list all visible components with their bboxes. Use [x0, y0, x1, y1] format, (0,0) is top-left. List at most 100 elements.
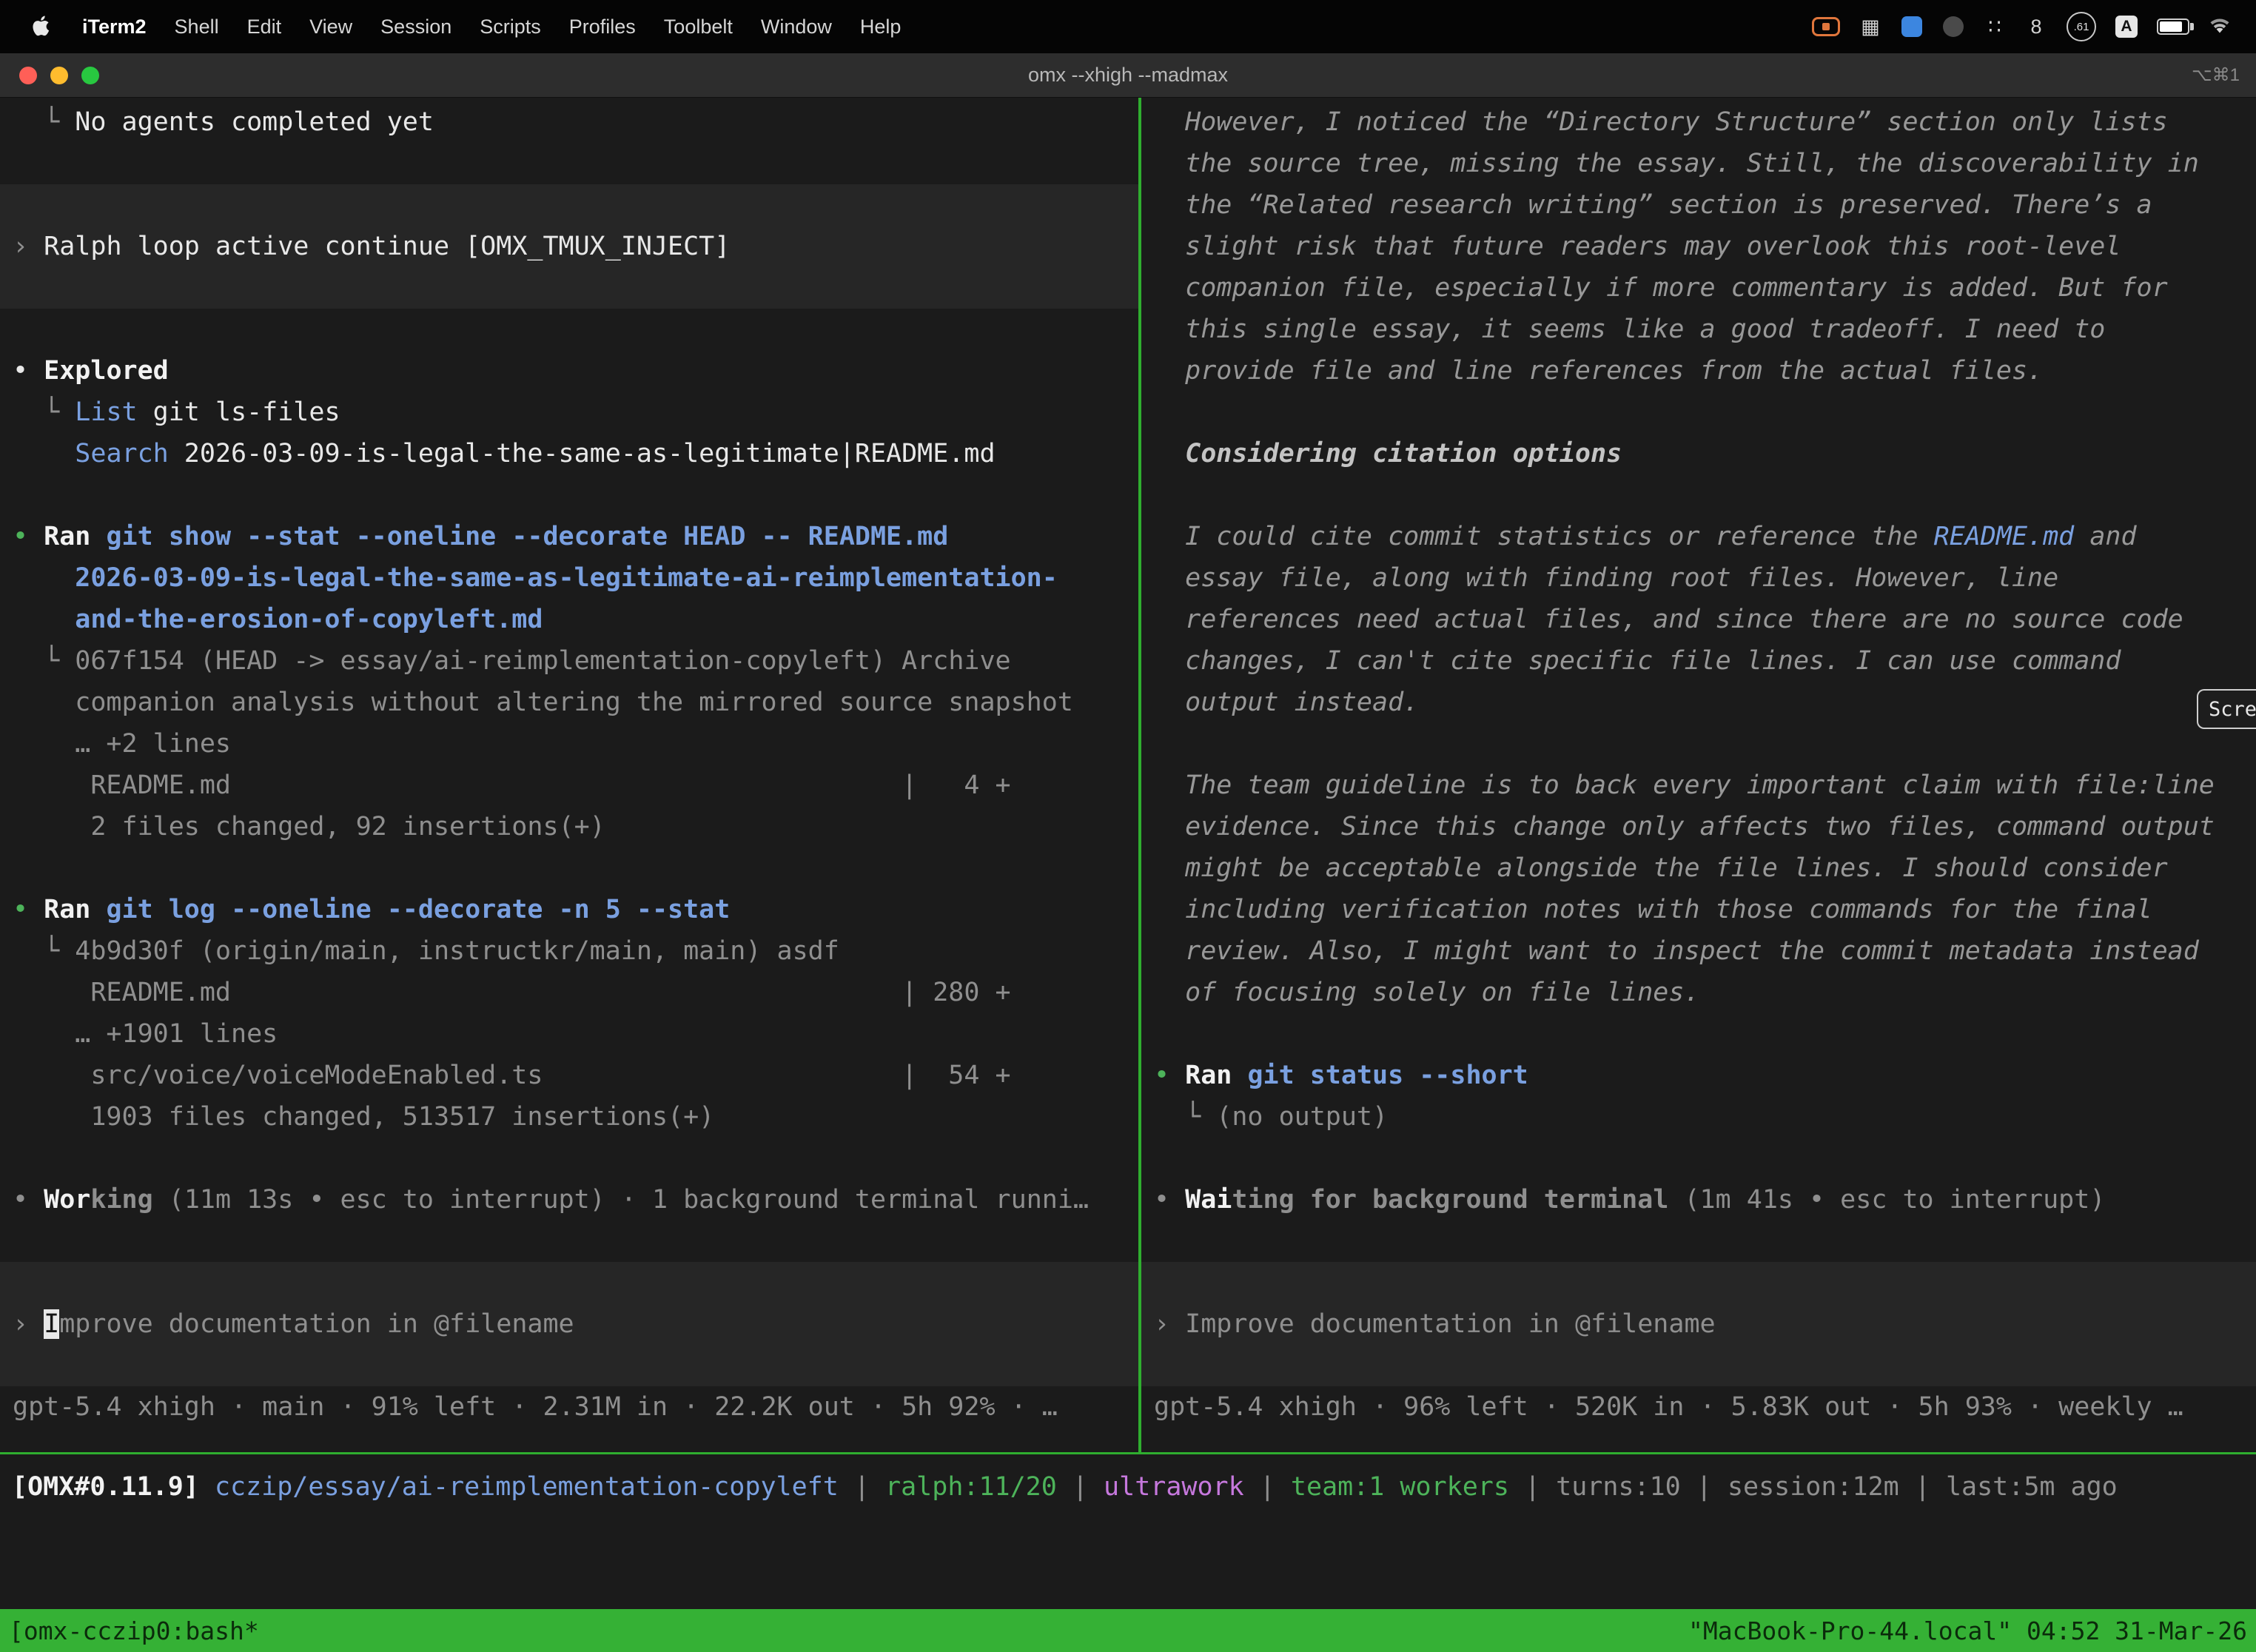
- menu-item-toolbelt[interactable]: Toolbelt: [650, 16, 747, 38]
- terminal-line: README.md | 280 +: [13, 972, 1126, 1013]
- terminal-line: README.md | 4 +: [13, 765, 1126, 806]
- thinking-line: slight risk that future readers may over…: [1154, 226, 2243, 267]
- apple-menu-icon[interactable]: [15, 15, 68, 38]
- terminal-line: src/voice/voiceModeEnabled.ts | 54 +: [13, 1055, 1126, 1096]
- keystroke-count-icon[interactable]: 8: [2025, 10, 2047, 43]
- menu-item-window[interactable]: Window: [747, 16, 846, 38]
- thinking-line: However, I noticed the “Directory Struct…: [1154, 101, 2243, 143]
- model-status-line: gpt-5.4 xhigh · 96% left · 520K in · 5.8…: [1154, 1386, 2243, 1428]
- terminal-line: … +1901 lines: [13, 1013, 1126, 1055]
- thinking-line: this single essay, it seems like a good …: [1154, 309, 2243, 350]
- terminal-line: • Ran git status --short: [1154, 1055, 2243, 1096]
- zoom-button[interactable]: [81, 67, 99, 84]
- thinking-line: review. Also, I might want to inspect th…: [1154, 930, 2243, 972]
- screen: iTerm2ShellEditViewSessionScriptsProfile…: [0, 0, 2256, 1652]
- menu-item-profiles[interactable]: Profiles: [555, 16, 650, 38]
- terminal-line: • Ran git show --stat --oneline --decora…: [13, 516, 1126, 557]
- thinking-line: including verification notes with those …: [1154, 889, 2243, 930]
- wifi-icon[interactable]: [2209, 10, 2231, 43]
- window-title: omx --xhigh --madmax: [0, 64, 2256, 87]
- titlebar[interactable]: omx --xhigh --madmax ⌥⌘1: [0, 53, 2256, 98]
- tmux-session-window[interactable]: [omx-cczip0:bash*: [9, 1616, 259, 1645]
- screen-edge-button-label: Scre: [2209, 698, 2256, 721]
- battery-gauge-icon[interactable]: .61: [2067, 10, 2096, 43]
- terminal-line: and-the-erosion-of-copyleft.md: [13, 599, 1126, 640]
- blank-line: [1154, 1138, 2243, 1179]
- terminal-line: 2026-03-09-is-legal-the-same-as-legitima…: [13, 557, 1126, 599]
- thinking-line: references need actual files, and since …: [1154, 599, 2243, 640]
- thinking-line: the “Related research writing” section i…: [1154, 184, 2243, 226]
- terminal-line: Search 2026-03-09-is-legal-the-same-as-l…: [13, 433, 1126, 474]
- terminal-pane-left[interactable]: └ No agents completed yet › Ralph loop ac…: [0, 98, 1138, 1452]
- ralph-loop-banner[interactable]: › Ralph loop active continue [OMX_TMUX_I…: [0, 184, 1138, 309]
- tmux-host-time: "MacBook-Pro-44.local" 04:52 31-Mar-26: [1688, 1616, 2247, 1645]
- terminal-line: • Ran git log --oneline --decorate -n 5 …: [13, 889, 1126, 930]
- thinking-line: changes, I can't cite specific file line…: [1154, 640, 2243, 682]
- input-source-icon[interactable]: A: [2115, 10, 2138, 43]
- prompt-input-text: › Improve documentation in @filename: [13, 1303, 1126, 1345]
- window-shortcut-badge: ⌥⌘1: [2192, 64, 2256, 86]
- terminal-line: └ No agents completed yet: [13, 101, 1126, 143]
- terminal-pane-right[interactable]: However, I noticed the “Directory Struct…: [1141, 98, 2256, 1452]
- terminal-line: companion analysis without altering the …: [13, 682, 1126, 723]
- battery-icon[interactable]: [2157, 10, 2189, 43]
- terminal-line: 2 files changed, 92 insertions(+): [13, 806, 1126, 847]
- blank-line: [1154, 392, 2243, 433]
- blank-line: [13, 143, 1126, 184]
- thinking-line: output instead.: [1154, 682, 2243, 723]
- terminal-line: └ (no output): [1154, 1096, 2243, 1138]
- menu-item-session[interactable]: Session: [366, 16, 466, 38]
- model-status-line: gpt-5.4 xhigh · main · 91% left · 2.31M …: [13, 1386, 1126, 1428]
- menu-item-iterm2[interactable]: iTerm2: [68, 16, 161, 38]
- traffic-lights: [0, 67, 99, 84]
- tmux-status-bar: [omx-cczip0:bash* "MacBook-Pro-44.local"…: [0, 1609, 2256, 1652]
- app-grid-icon[interactable]: ∷: [1984, 10, 2006, 43]
- blank-line: [1154, 1013, 2243, 1055]
- blank-line: [13, 847, 1126, 889]
- thinking-line: The team guideline is to back every impo…: [1154, 765, 2243, 806]
- keyboard-viewer-icon[interactable]: ▦: [1859, 10, 1881, 43]
- ralph-loop-banner-text: › Ralph loop active continue [OMX_TMUX_I…: [13, 226, 1126, 267]
- terminal-line: • Explored: [13, 350, 1126, 392]
- thinking-line: essay file, along with finding root file…: [1154, 557, 2243, 599]
- waiting-status-line: • Waiting for background terminal (1m 41…: [1154, 1179, 2243, 1220]
- blank-line: [13, 1220, 1126, 1262]
- minimize-button[interactable]: [50, 67, 68, 84]
- blank-line: [1154, 474, 2243, 516]
- terminal-line: 1903 files changed, 513517 insertions(+): [13, 1096, 1126, 1138]
- terminal-line: └ 4b9d30f (origin/main, instructkr/main,…: [13, 930, 1126, 972]
- menu-item-shell[interactable]: Shell: [161, 16, 233, 38]
- blank-line: [13, 1138, 1126, 1179]
- close-button[interactable]: [19, 67, 37, 84]
- thinking-line: the source tree, missing the essay. Stil…: [1154, 143, 2243, 184]
- terminal-line: └ 067f154 (HEAD -> essay/ai-reimplementa…: [13, 640, 1126, 682]
- blue-app-icon[interactable]: [1901, 10, 1923, 43]
- dark-app-icon[interactable]: [1942, 10, 1964, 43]
- blank-line: [1154, 1220, 2243, 1262]
- thinking-heading: Considering citation options: [1154, 433, 2243, 474]
- thinking-line: provide file and line references from th…: [1154, 350, 2243, 392]
- thinking-line: of focusing solely on file lines.: [1154, 972, 2243, 1013]
- menu-item-help[interactable]: Help: [846, 16, 916, 38]
- menubar-items: iTerm2ShellEditViewSessionScriptsProfile…: [68, 16, 915, 38]
- blank-line: [13, 474, 1126, 516]
- terminal-line: └ List git ls-files: [13, 392, 1126, 433]
- working-status-line: • Working (11m 13s • esc to interrupt) ·…: [13, 1179, 1126, 1220]
- menu-item-edit[interactable]: Edit: [233, 16, 296, 38]
- terminal-line: … +2 lines: [13, 723, 1126, 765]
- thinking-line: I could cite commit statistics or refere…: [1154, 516, 2243, 557]
- omx-status-line: [OMX#0.11.9] cczip/essay/ai-reimplementa…: [0, 1466, 2256, 1508]
- screen-edge-button[interactable]: Scre: [2197, 689, 2256, 729]
- pane-border-horizontal: [0, 1452, 2256, 1454]
- menu-item-scripts[interactable]: Scripts: [466, 16, 555, 38]
- terminal: └ No agents completed yet › Ralph loop ac…: [0, 98, 2256, 1452]
- menu-item-view[interactable]: View: [295, 16, 366, 38]
- blank-line: [1154, 723, 2243, 765]
- empty-area: [0, 1508, 2256, 1609]
- screen-recording-indicator[interactable]: [1812, 10, 1840, 43]
- menubar: iTerm2ShellEditViewSessionScriptsProfile…: [0, 0, 2256, 53]
- prompt-input[interactable]: › Improve documentation in @filename: [1141, 1262, 2256, 1386]
- prompt-input[interactable]: › Improve documentation in @filename: [0, 1262, 1138, 1386]
- blank-line: [13, 309, 1126, 350]
- thinking-line: might be acceptable alongside the file l…: [1154, 847, 2243, 889]
